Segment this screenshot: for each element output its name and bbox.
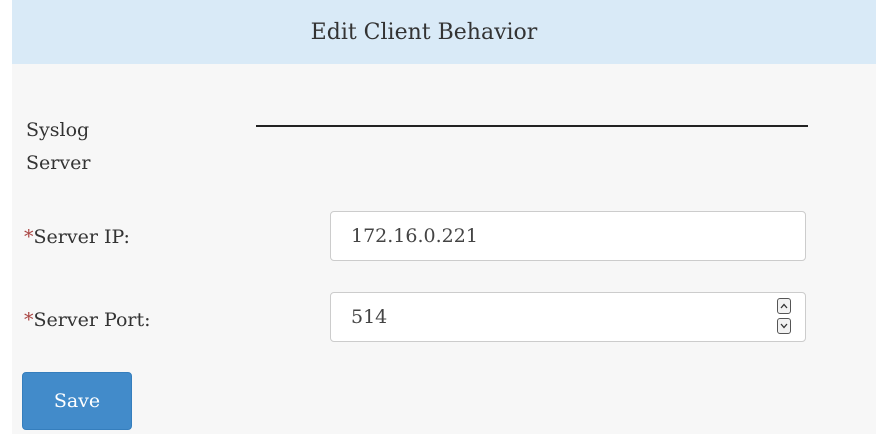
port-spinner	[777, 298, 791, 334]
server-ip-label-text: Server IP:	[33, 226, 130, 248]
server-ip-label: *Server IP:	[24, 226, 130, 248]
chevron-up-icon	[780, 303, 788, 309]
panel-header: Edit Client Behavior	[12, 0, 876, 64]
required-marker: *	[24, 226, 34, 248]
server-ip-input[interactable]	[330, 211, 806, 261]
section-divider	[256, 125, 808, 127]
save-button[interactable]: Save	[22, 372, 132, 430]
server-port-stepper[interactable]	[330, 292, 806, 342]
spin-up-button[interactable]	[777, 298, 791, 314]
server-port-label: *Server Port:	[24, 309, 151, 331]
spin-down-button[interactable]	[777, 318, 791, 334]
chevron-down-icon	[780, 323, 788, 329]
section-label-syslog-server: Syslog Server	[26, 119, 91, 174]
panel-title: Edit Client Behavior	[310, 19, 538, 45]
server-port-label-text: Server Port:	[33, 309, 151, 331]
edit-client-behavior-panel: Edit Client Behavior Syslog Server *Serv…	[12, 0, 876, 434]
server-port-input[interactable]	[331, 293, 751, 341]
required-marker: *	[24, 309, 34, 331]
